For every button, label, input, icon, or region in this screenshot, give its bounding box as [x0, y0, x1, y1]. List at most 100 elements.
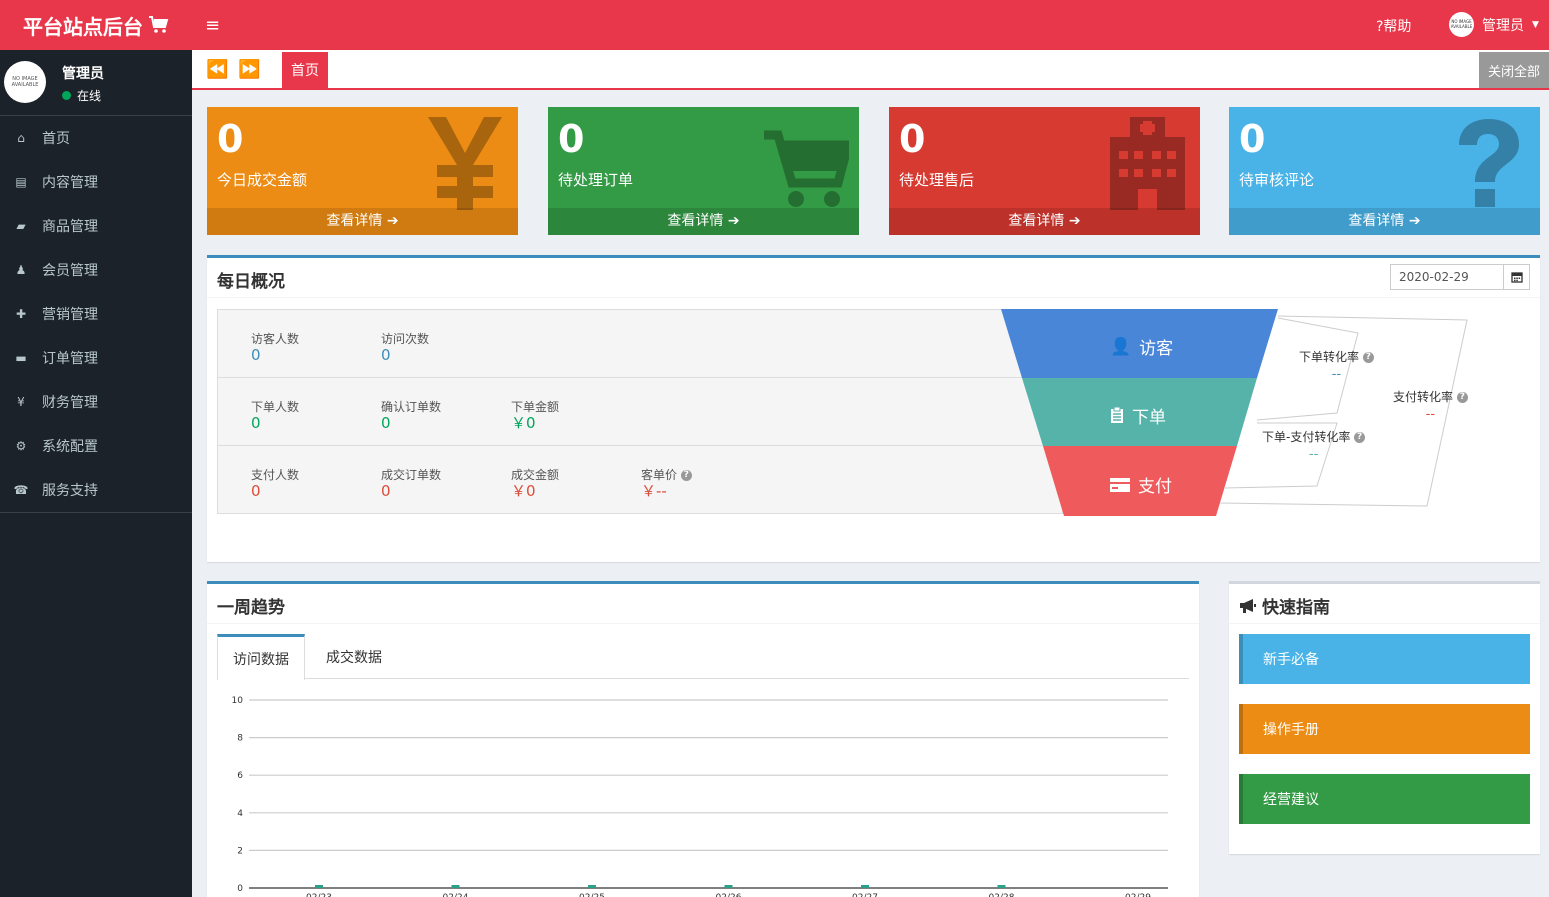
conversion-value: -- [1331, 367, 1342, 382]
stat-card-pending-reviews: 0 待审核评论 查看详情 ➔ [1229, 107, 1540, 235]
sidebar-item-content[interactable]: ▤ 内容管理 [0, 160, 192, 204]
user-status: 在线 [62, 87, 101, 104]
stat-label: 待处理售后 [899, 171, 975, 189]
tab-visit-data[interactable]: 访问数据 [217, 634, 305, 680]
chart-y-tick-label: 2 [237, 846, 243, 856]
panel-title-text: 快速指南 [1262, 598, 1330, 618]
stat-value: 0 [899, 117, 926, 161]
sidebar-menu: ⌂ 首页 ▤ 内容管理 ▰ 商品管理 ♟ 会员管理 ✚ 营销管理 ▬ 订单管理 ¥ 财务管理 … [0, 116, 192, 512]
yen-icon: ¥ [17, 395, 25, 409]
sidebar-item-label: 商品管理 [42, 219, 98, 235]
view-details-link[interactable]: 查看详情 ➔ [207, 208, 518, 235]
stat-value: 0 [558, 117, 585, 161]
chart-bar [861, 885, 869, 888]
chart-bar [588, 885, 596, 888]
funnel-label-text: 访客 [1139, 339, 1174, 359]
view-details-link[interactable]: 查看详情 ➔ [889, 208, 1200, 235]
tab-scroll-controls: ⏪ ⏩ [206, 59, 261, 80]
sidebar-item-label: 会员管理 [42, 263, 98, 279]
stat-value: 0 [217, 117, 244, 161]
conversion-label: 下单-支付转化率 [1262, 430, 1351, 444]
sidebar-item-finance[interactable]: ¥ 财务管理 [0, 380, 192, 424]
sidebar-item-label: 系统配置 [42, 439, 98, 455]
sidebar-item-label: 内容管理 [42, 175, 98, 191]
conversion-value: -- [1425, 407, 1436, 422]
sidebar: NO IMAGE AVAILABLE 管理员 在线 ⌂ 首页 ▤ 内容管理 ▰ 商品管… [0, 50, 192, 897]
cart-icon [764, 130, 849, 207]
guide-beginner-button[interactable]: 新手必备 [1239, 634, 1530, 684]
chart-y-tick-label: 6 [237, 771, 243, 781]
credit-card-icon [1110, 477, 1130, 492]
view-details-link[interactable]: 查看详情 ➔ [548, 208, 859, 235]
view-details-label: 查看详情 [1008, 213, 1065, 229]
help-circle-icon[interactable]: ? [1456, 392, 1468, 403]
user-menu[interactable]: NO IMAGE AVAILABLE 管理员 ▼ [1449, 12, 1539, 37]
view-details-label: 查看详情 [1348, 213, 1405, 229]
question-icon [1459, 119, 1519, 207]
tab-deal-data[interactable]: 成交数据 [313, 634, 395, 679]
sidebar-item-orders[interactable]: ▬ 订单管理 [0, 336, 192, 380]
conversion-order-rate: 下单转化率 ? -- [1299, 348, 1374, 382]
backward-icon[interactable]: ⏪ [206, 59, 228, 80]
guide-manual-button[interactable]: 操作手册 [1239, 704, 1530, 754]
quick-guide-panel: 快速指南 新手必备 操作手册 经营建议 [1229, 581, 1540, 854]
chart-y-tick-label: 10 [232, 696, 244, 706]
chart-x-tick-label: 02/27 [852, 893, 878, 897]
sidebar-item-settings[interactable]: ⚙ 系统配置 [0, 424, 192, 468]
chart-x-tick-label: 02/28 [989, 893, 1015, 897]
sidebar-item-products[interactable]: ▰ 商品管理 [0, 204, 192, 248]
user-icon: 👤 [1110, 336, 1132, 357]
sidebar-item-support[interactable]: ☎ 服务支持 [0, 468, 192, 512]
chart-bar [997, 885, 1006, 888]
conversion-label: 支付转化率 [1393, 390, 1454, 404]
chart-y-tick-label: 8 [237, 734, 243, 744]
tab-home[interactable]: 首页 [282, 52, 328, 88]
clipboard-icon [1111, 407, 1123, 423]
sidebar-user-name: 管理员 [62, 66, 104, 82]
funnel-label-text: 下单 [1132, 408, 1166, 428]
status-text: 在线 [77, 89, 102, 103]
help-link[interactable]: ?帮助 [1376, 16, 1411, 36]
logo-text: 平台站点后台 [23, 14, 143, 39]
sidebar-item-label: 首页 [42, 131, 70, 147]
trend-tabs: 访问数据 成交数据 [217, 634, 1189, 680]
conversion-pay-rate: 支付转化率 ? -- [1393, 388, 1468, 422]
divider [1229, 623, 1540, 624]
chart-x-tick-label: 02/23 [306, 893, 332, 897]
user-panel: NO IMAGE AVAILABLE 管理员 在线 [0, 50, 192, 116]
trend-chart: 0 2 4 6 8 10 02/23 02/24 02/25 02/26 02/27 02/28 02/… [232, 696, 1168, 897]
hospital-icon [1110, 117, 1185, 210]
menu-toggle-icon[interactable]: ≡ [205, 15, 220, 36]
keyboard-icon: ☎ [13, 483, 29, 497]
view-details-link[interactable]: 查看详情 ➔ [1229, 208, 1540, 235]
divider [207, 623, 1199, 624]
file-icon: ▤ [15, 175, 27, 189]
help-circle-icon[interactable]: ? [1362, 352, 1374, 363]
forward-icon[interactable]: ⏩ [238, 59, 260, 80]
chart-x-tick-label: 02/29 [1125, 893, 1151, 897]
panel-title: 一周趋势 [217, 598, 285, 618]
help-circle-icon[interactable]: ? [1354, 432, 1366, 443]
chart-x-tick-label: 02/25 [579, 893, 605, 897]
sidebar-item-home[interactable]: ⌂ 首页 [0, 116, 192, 160]
conversion-funnel [1001, 309, 1468, 516]
chart-y-tick-label: 0 [237, 884, 243, 894]
caret-down-icon: ▼ [1532, 19, 1539, 30]
close-all-button[interactable]: 关闭全部 [1479, 52, 1549, 88]
user-name: 管理员 [1482, 17, 1524, 34]
chart-bar [451, 885, 460, 888]
chart-x-tick-label: 02/24 [443, 893, 469, 897]
sidebar-item-label: 财务管理 [42, 395, 98, 411]
sidebar-item-members[interactable]: ♟ 会员管理 [0, 248, 192, 292]
chart-bar [315, 885, 323, 888]
arrow-circle-right-icon: ➔ [386, 213, 399, 229]
guide-advice-button[interactable]: 经营建议 [1239, 774, 1530, 824]
sidebar-item-marketing[interactable]: ✚ 营销管理 [0, 292, 192, 336]
view-details-label: 查看详情 [326, 213, 383, 229]
stat-card-pending-orders: 0 待处理订单 查看详情 ➔ [548, 107, 859, 235]
daily-overview-panel: 每日概况 2020-02-29 访客人数 0 访问次数 0 下单人数 0 确认订单数 0… [207, 255, 1540, 562]
chart-x-tick-label: 02/26 [716, 893, 742, 897]
conversion-order-pay-rate: 下单-支付转化率 ? -- [1262, 428, 1366, 462]
user-plus-icon: ♟ [15, 263, 27, 277]
site-logo[interactable]: 平台站点后台 [0, 0, 192, 50]
